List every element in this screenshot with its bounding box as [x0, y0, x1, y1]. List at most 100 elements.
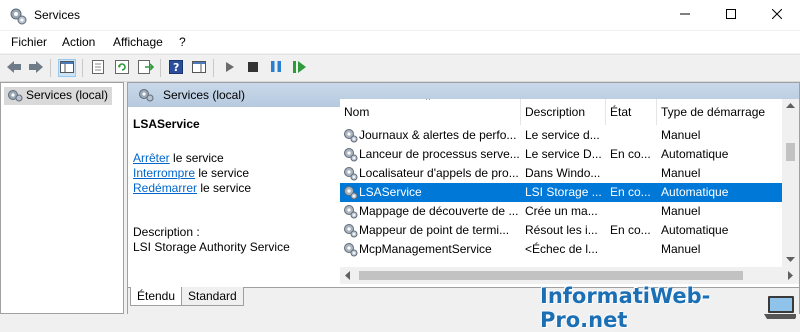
forward-button[interactable]	[27, 59, 45, 77]
tab-etendu[interactable]: Étendu	[130, 287, 183, 306]
maximize-icon	[726, 8, 736, 22]
table-row[interactable]: Mappeur de point de termi... Résout les i…	[340, 221, 783, 240]
cell-description: Dans Windo...	[525, 166, 601, 180]
cell-startup-type: Manuel	[661, 204, 701, 218]
show-console-tree-button[interactable]	[58, 59, 76, 77]
services-list: ^ Nom Description État Type de démarrage…	[340, 99, 783, 267]
stop-service-button[interactable]	[244, 59, 262, 77]
menu-bar: Fichier Action Affichage ?	[0, 31, 800, 53]
search-gears-icon	[138, 88, 154, 105]
action-text: le service	[195, 166, 250, 180]
table-row[interactable]: Localisateur d'appels de pro... Dans Wind…	[340, 164, 783, 183]
action-stop: Arrêter le service	[133, 151, 224, 165]
forward-arrow-icon	[28, 60, 44, 77]
menu-action[interactable]: Action	[62, 35, 95, 49]
show-hide-action-pane-button[interactable]	[190, 59, 208, 77]
close-icon	[771, 8, 783, 22]
service-details: LSAService Arrêter le service Interrompr…	[128, 107, 333, 290]
table-row[interactable]: Lanceur de processus serve... Le service …	[340, 145, 783, 164]
watermark: InformatiWeb-Pro.net	[540, 284, 796, 332]
cell-startup-type: Manuel	[661, 242, 701, 256]
refresh-icon	[115, 59, 129, 77]
cell-name: Localisateur d'appels de pro...	[359, 166, 519, 180]
close-button[interactable]	[754, 0, 800, 30]
action-text: le service	[197, 181, 252, 195]
cell-name: LSAService	[359, 185, 422, 199]
service-gear-icon	[344, 129, 358, 143]
cell-state: En co...	[610, 185, 651, 199]
stop-service-link[interactable]: Arrêter	[133, 151, 170, 165]
menu-help[interactable]: ?	[179, 35, 186, 49]
help-icon: ?	[169, 59, 183, 77]
scroll-left-icon[interactable]	[345, 271, 351, 280]
cell-startup-type: Manuel	[661, 166, 701, 180]
cell-description: Crée un ma...	[525, 204, 598, 218]
service-gear-icon	[344, 186, 358, 200]
back-button[interactable]	[5, 59, 23, 77]
service-gear-icon	[344, 167, 358, 181]
menu-affichage[interactable]: Affichage	[113, 35, 163, 49]
cell-description: Le service d...	[525, 128, 600, 142]
column-header-description[interactable]: Description	[521, 99, 606, 125]
vertical-scroll-thumb[interactable]	[786, 143, 795, 161]
action-pause: Interrompre le service	[133, 166, 249, 180]
toolbar-separator	[160, 59, 161, 77]
back-arrow-icon	[6, 60, 22, 77]
svg-text:?: ?	[173, 61, 179, 74]
title-bar: Services	[0, 0, 800, 30]
cell-startup-type: Automatique	[661, 223, 729, 237]
start-service-icon	[225, 61, 235, 76]
pause-service-link[interactable]: Interrompre	[133, 166, 195, 180]
menu-fichier[interactable]: Fichier	[11, 35, 47, 49]
cell-name: McpManagementService	[359, 242, 492, 256]
cell-description: <Échec de l...	[525, 242, 599, 256]
help-button[interactable]: ?	[167, 59, 185, 77]
cell-name: Lanceur de processus serve...	[359, 147, 519, 161]
description-label: Description :	[133, 225, 200, 239]
service-gear-icon	[344, 205, 358, 219]
tree-node-services-local[interactable]: Services (local)	[4, 87, 113, 105]
tree-node-label: Services (local)	[26, 88, 109, 102]
column-header-state[interactable]: État	[606, 99, 657, 125]
column-header-row: ^ Nom Description État Type de démarrage	[340, 99, 783, 125]
table-row[interactable]: Mappage de découverte de ... Crée un ma..…	[340, 202, 783, 221]
cell-description: Résout les i...	[525, 223, 598, 237]
tab-standard[interactable]: Standard	[181, 287, 244, 306]
table-row[interactable]: McpManagementService <Échec de l... Manuel	[340, 240, 783, 259]
gears-icon	[9, 7, 27, 28]
minimize-button[interactable]	[662, 0, 708, 30]
horizontal-scrollbar[interactable]	[340, 267, 799, 284]
start-service-button[interactable]	[221, 59, 239, 77]
cell-name: Mappeur de point de termi...	[359, 223, 510, 237]
minimize-icon	[680, 8, 690, 22]
cell-startup-type: Automatique	[661, 147, 729, 161]
watermark-text: InformatiWeb-Pro.net	[540, 284, 711, 332]
show-console-tree-icon	[60, 60, 74, 76]
scroll-up-icon[interactable]	[786, 103, 795, 109]
window-title: Services	[34, 8, 81, 22]
column-header-startup-type[interactable]: Type de démarrage	[657, 99, 783, 125]
cell-description: LSI Storage ...	[525, 185, 602, 199]
column-header-name[interactable]: Nom	[340, 99, 521, 125]
maximize-button[interactable]	[708, 0, 754, 30]
horizontal-scroll-thumb[interactable]	[359, 271, 743, 280]
cell-startup-type: Manuel	[661, 128, 701, 142]
table-row[interactable]: LSAService LSI Storage ... En co... Automat…	[340, 183, 783, 202]
console-tree: Services (local)	[0, 82, 124, 314]
restart-service-link[interactable]: Redémarrer	[133, 181, 197, 195]
table-row[interactable]: Journaux & alertes de perfo... Le service…	[340, 126, 783, 145]
properties-button[interactable]	[89, 59, 107, 77]
stop-service-icon	[248, 61, 258, 75]
refresh-button[interactable]	[113, 59, 131, 77]
vertical-scrollbar[interactable]	[782, 99, 799, 267]
restart-service-icon	[292, 60, 306, 76]
scroll-right-icon[interactable]	[788, 271, 794, 280]
gears-icon	[8, 90, 23, 102]
cell-state: En co...	[610, 223, 651, 237]
scroll-down-icon[interactable]	[786, 257, 795, 263]
restart-service-button[interactable]	[290, 59, 308, 77]
cell-description: Le service D...	[525, 147, 602, 161]
toolbar-separator	[50, 59, 51, 77]
export-list-button[interactable]	[137, 59, 155, 77]
pause-service-button[interactable]	[267, 59, 285, 77]
